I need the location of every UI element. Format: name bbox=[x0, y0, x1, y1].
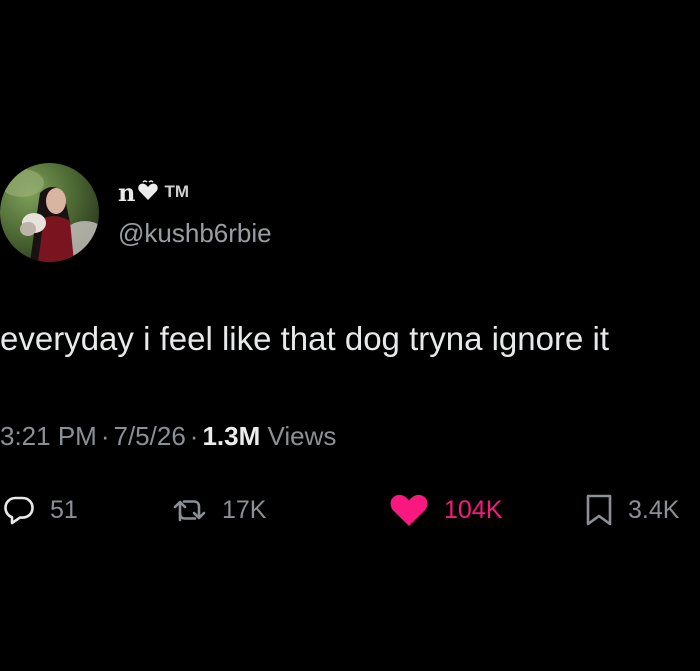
like-count: 104K bbox=[444, 495, 503, 524]
profile-photo-icon bbox=[0, 163, 99, 262]
avatar[interactable] bbox=[0, 163, 99, 262]
display-name-text: n bbox=[118, 178, 136, 207]
display-name[interactable]: n TM bbox=[118, 178, 189, 208]
display-name-tm: TM bbox=[164, 182, 189, 201]
retweet-count: 17K bbox=[222, 495, 267, 524]
reply-bubble-icon bbox=[4, 496, 34, 525]
reply-count: 51 bbox=[50, 495, 78, 524]
bookmark-button[interactable]: 3.4K bbox=[584, 488, 679, 532]
like-button[interactable]: 104K bbox=[388, 488, 502, 532]
bookmark-icon bbox=[586, 494, 612, 526]
tweet-date[interactable]: 7/5/26 bbox=[114, 421, 186, 451]
tweet-meta: 3:21 PM · 7/5/26 · 1.3M Views bbox=[0, 418, 336, 454]
username-handle[interactable]: @kushb6rbie bbox=[118, 216, 272, 250]
tweet-time[interactable]: 3:21 PM bbox=[0, 421, 97, 451]
heart-filled-icon bbox=[390, 494, 428, 526]
tweet-card: n TM @kushb6rbie everyday i feel like th… bbox=[0, 0, 700, 671]
separator: · bbox=[189, 421, 199, 451]
separator: · bbox=[100, 421, 110, 451]
action-bar: 51 17K 104K 3.4K bbox=[0, 488, 700, 532]
bookmark-count: 3.4K bbox=[628, 495, 680, 524]
heart-emoji-icon bbox=[137, 180, 159, 202]
tweet-text: everyday i feel like that dog tryna igno… bbox=[0, 320, 610, 357]
reply-button[interactable]: 51 bbox=[2, 488, 78, 532]
retweet-arrows-icon bbox=[173, 500, 206, 522]
retweet-button[interactable]: 17K bbox=[172, 488, 266, 532]
views-count[interactable]: 1.3M bbox=[202, 421, 260, 451]
views-label: Views bbox=[267, 421, 337, 451]
